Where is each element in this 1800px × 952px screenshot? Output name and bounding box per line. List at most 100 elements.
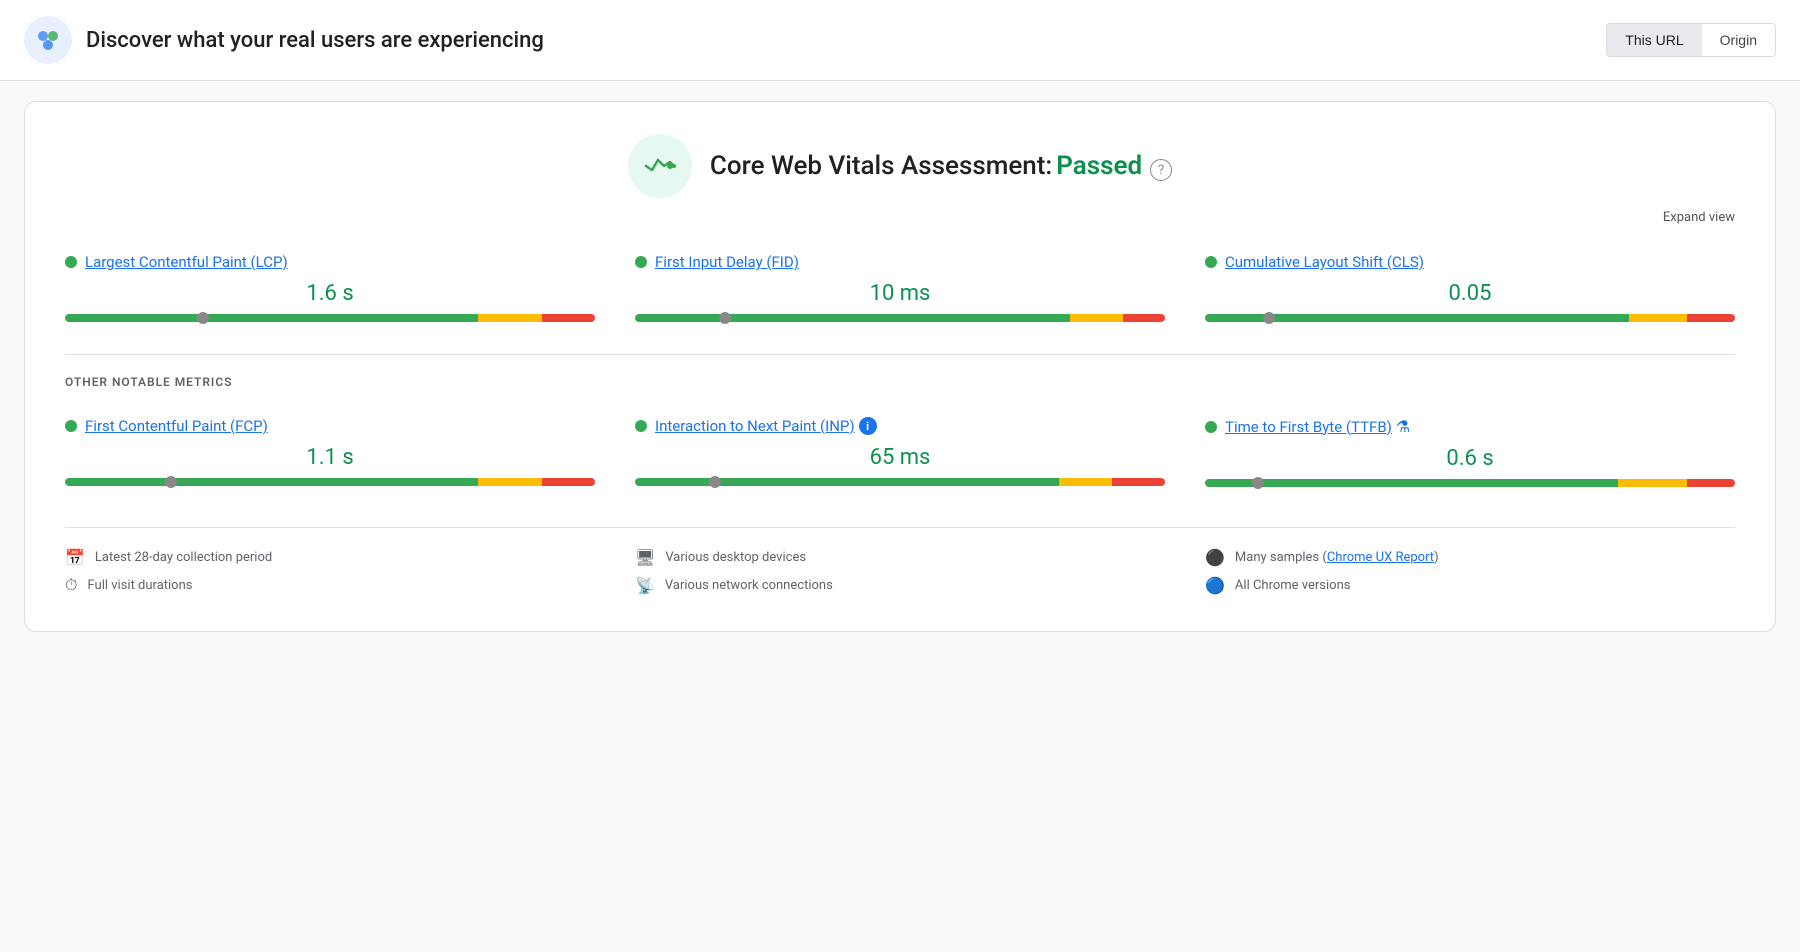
metric-fid-label: First Input Delay (FID) xyxy=(635,253,1165,271)
fcp-gauge xyxy=(65,478,595,486)
footer-info-grid: 📅 Latest 28-day collection period 🖥 Vari… xyxy=(65,527,1735,595)
fid-status-dot xyxy=(635,256,647,268)
timer-icon: ⏱ xyxy=(65,575,77,595)
ttfb-name-row: Time to First Byte (TTFB) ⚗ xyxy=(1225,417,1410,436)
lcp-gauge-yellow xyxy=(478,314,542,322)
inp-gauge-yellow xyxy=(1059,478,1112,486)
chrome-icon: 🔵 xyxy=(1205,576,1225,595)
inp-value: 65 ms xyxy=(635,445,1165,470)
fcp-gauge-green xyxy=(65,478,478,486)
footer-samples: ⚫ Many samples (Chrome UX Report) xyxy=(1205,548,1735,567)
other-metrics-label: OTHER NOTABLE METRICS xyxy=(65,375,1735,389)
fcp-gauge-marker xyxy=(165,476,177,488)
cls-status-dot xyxy=(1205,256,1217,268)
fcp-gauge-yellow xyxy=(478,478,542,486)
inp-gauge xyxy=(635,478,1165,486)
cls-gauge-red xyxy=(1687,314,1735,322)
metric-fcp-label: First Contentful Paint (FCP) xyxy=(65,417,595,435)
ttfb-value: 0.6 s xyxy=(1205,446,1735,471)
footer-chrome-text: All Chrome versions xyxy=(1235,578,1351,593)
page-title: Discover what your real users are experi… xyxy=(86,28,544,53)
fid-gauge-yellow xyxy=(1070,314,1123,322)
cwv-icon xyxy=(628,134,692,198)
top-bar-left: Discover what your real users are experi… xyxy=(24,16,544,64)
fid-value: 10 ms xyxy=(635,281,1165,306)
inp-info-icon[interactable]: i xyxy=(859,417,877,435)
footer-collection-text: Latest 28-day collection period xyxy=(95,550,272,565)
footer-collection-period: 📅 Latest 28-day collection period xyxy=(65,548,595,567)
ttfb-status-dot xyxy=(1205,421,1217,433)
inp-status-dot xyxy=(635,420,647,432)
metric-cls: Cumulative Layout Shift (CLS) 0.05 xyxy=(1205,241,1735,334)
lcp-gauge-marker xyxy=(197,312,209,324)
calendar-icon: 📅 xyxy=(65,548,85,567)
cls-gauge-yellow xyxy=(1629,314,1687,322)
fid-gauge-green xyxy=(635,314,1070,322)
cls-value: 0.05 xyxy=(1205,281,1735,306)
metric-ttfb: Time to First Byte (TTFB) ⚗ 0.6 s xyxy=(1205,405,1735,499)
footer-network-text: Various network connections xyxy=(665,578,833,593)
fcp-name[interactable]: First Contentful Paint (FCP) xyxy=(85,417,268,435)
samples-icon: ⚫ xyxy=(1205,548,1225,567)
logo-icon xyxy=(24,16,72,64)
fid-gauge xyxy=(635,314,1165,322)
metric-fcp: First Contentful Paint (FCP) 1.1 s xyxy=(65,405,595,499)
lcp-gauge-red xyxy=(542,314,595,322)
fid-name[interactable]: First Input Delay (FID) xyxy=(655,253,799,271)
main-content: Core Web Vitals Assessment: Passed ? Exp… xyxy=(0,81,1800,652)
desktop-icon: 🖥 xyxy=(635,548,655,567)
lcp-gauge xyxy=(65,314,595,322)
expand-view: Expand view xyxy=(65,206,1735,225)
footer-chrome-versions: 🔵 All Chrome versions xyxy=(1205,575,1735,595)
origin-button[interactable]: Origin xyxy=(1702,24,1775,56)
chrome-ux-report-link[interactable]: Chrome UX Report xyxy=(1327,550,1434,565)
inp-name[interactable]: Interaction to Next Paint (INP) xyxy=(655,417,855,435)
inp-gauge-red xyxy=(1112,478,1165,486)
fcp-value: 1.1 s xyxy=(65,445,595,470)
footer-desktop-text: Various desktop devices xyxy=(665,550,806,565)
help-icon[interactable]: ? xyxy=(1150,159,1172,181)
lcp-name[interactable]: Largest Contentful Paint (LCP) xyxy=(85,253,288,271)
wifi-icon: 📡 xyxy=(635,576,655,595)
inp-gauge-marker xyxy=(709,476,721,488)
metric-fid: First Input Delay (FID) 10 ms xyxy=(635,241,1165,334)
fid-gauge-marker xyxy=(719,312,731,324)
cwv-card: Core Web Vitals Assessment: Passed ? Exp… xyxy=(24,101,1776,632)
metric-ttfb-label: Time to First Byte (TTFB) ⚗ xyxy=(1205,417,1735,436)
ttfb-name[interactable]: Time to First Byte (TTFB) xyxy=(1225,418,1392,436)
inp-gauge-green xyxy=(635,478,1059,486)
metric-lcp: Largest Contentful Paint (LCP) 1.6 s xyxy=(65,241,595,334)
ttfb-gauge xyxy=(1205,479,1735,487)
metric-inp: Interaction to Next Paint (INP) i 65 ms xyxy=(635,405,1165,499)
cls-name[interactable]: Cumulative Layout Shift (CLS) xyxy=(1225,253,1424,271)
other-metrics-grid: First Contentful Paint (FCP) 1.1 s Inter… xyxy=(65,405,1735,499)
fcp-status-dot xyxy=(65,420,77,432)
footer-full-visit-text: Full visit durations xyxy=(87,578,192,593)
cwv-header: Core Web Vitals Assessment: Passed ? xyxy=(65,134,1735,198)
footer-full-visit: ⏱ Full visit durations xyxy=(65,575,595,595)
fcp-gauge-red xyxy=(542,478,595,486)
metric-inp-label: Interaction to Next Paint (INP) i xyxy=(635,417,1165,435)
footer-samples-text: Many samples (Chrome UX Report) xyxy=(1235,550,1439,565)
ttfb-gauge-yellow xyxy=(1618,479,1687,487)
ttfb-gauge-marker xyxy=(1252,477,1264,489)
url-origin-toggle[interactable]: This URL Origin xyxy=(1606,23,1776,57)
cls-gauge xyxy=(1205,314,1735,322)
section-divider xyxy=(65,354,1735,355)
main-metrics-grid: Largest Contentful Paint (LCP) 1.6 s Fir… xyxy=(65,241,1735,334)
lcp-value: 1.6 s xyxy=(65,281,595,306)
ttfb-gauge-green xyxy=(1205,479,1618,487)
inp-name-row: Interaction to Next Paint (INP) i xyxy=(655,417,877,435)
lcp-gauge-green xyxy=(65,314,478,322)
footer-desktop-devices: 🖥 Various desktop devices xyxy=(635,548,1165,567)
footer-network: 📡 Various network connections xyxy=(635,575,1165,595)
top-bar: Discover what your real users are experi… xyxy=(0,0,1800,81)
ttfb-flask-icon[interactable]: ⚗ xyxy=(1396,417,1410,436)
metric-lcp-label: Largest Contentful Paint (LCP) xyxy=(65,253,595,271)
fid-gauge-red xyxy=(1123,314,1165,322)
this-url-button[interactable]: This URL xyxy=(1607,24,1701,56)
metric-cls-label: Cumulative Layout Shift (CLS) xyxy=(1205,253,1735,271)
cwv-title: Core Web Vitals Assessment: Passed ? xyxy=(710,151,1172,182)
expand-view-link[interactable]: Expand view xyxy=(1663,210,1735,225)
ttfb-gauge-red xyxy=(1687,479,1735,487)
